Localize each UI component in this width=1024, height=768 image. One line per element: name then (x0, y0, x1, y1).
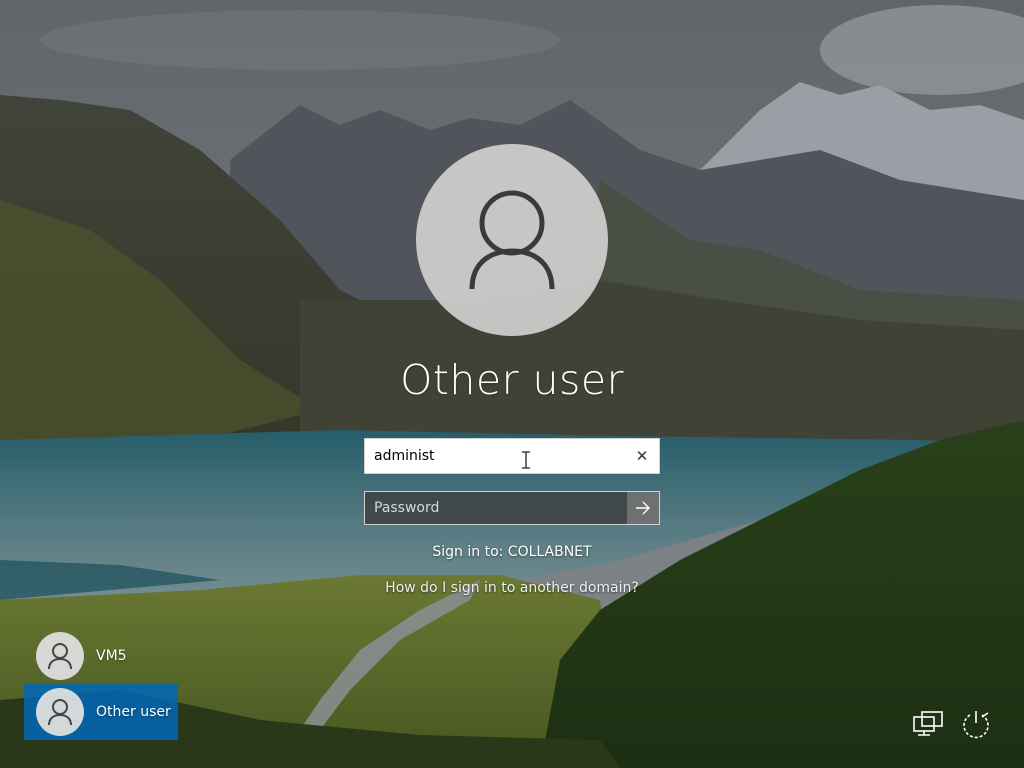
user-avatar (416, 144, 608, 336)
user-tile-vm5[interactable]: VM5 (24, 628, 178, 684)
person-icon (48, 643, 72, 670)
close-icon: ✕ (635, 447, 649, 465)
person-icon (469, 190, 555, 290)
another-domain-link[interactable]: How do I sign in to another domain? (312, 580, 712, 596)
password-input[interactable] (365, 492, 627, 524)
clear-button[interactable]: ✕ (625, 439, 659, 473)
network-button[interactable] (910, 706, 946, 742)
user-title: Other user (400, 356, 624, 404)
avatar (36, 688, 84, 736)
submit-button[interactable] (627, 492, 659, 524)
text-cursor-icon (522, 451, 530, 469)
password-field[interactable] (364, 491, 660, 525)
username-field[interactable]: ✕ (364, 438, 660, 474)
person-icon (48, 699, 72, 726)
user-tile-label: VM5 (96, 648, 127, 664)
network-icon (913, 711, 943, 736)
power-icon (963, 711, 989, 739)
user-tile-other-user[interactable]: Other user (24, 684, 178, 740)
power-button[interactable] (958, 706, 994, 742)
arrow-right-icon (636, 501, 650, 515)
user-tile-label: Other user (96, 704, 171, 720)
avatar (36, 632, 84, 680)
username-input[interactable] (365, 439, 625, 473)
sign-in-domain-text: Sign in to: COLLABNET (432, 544, 592, 560)
